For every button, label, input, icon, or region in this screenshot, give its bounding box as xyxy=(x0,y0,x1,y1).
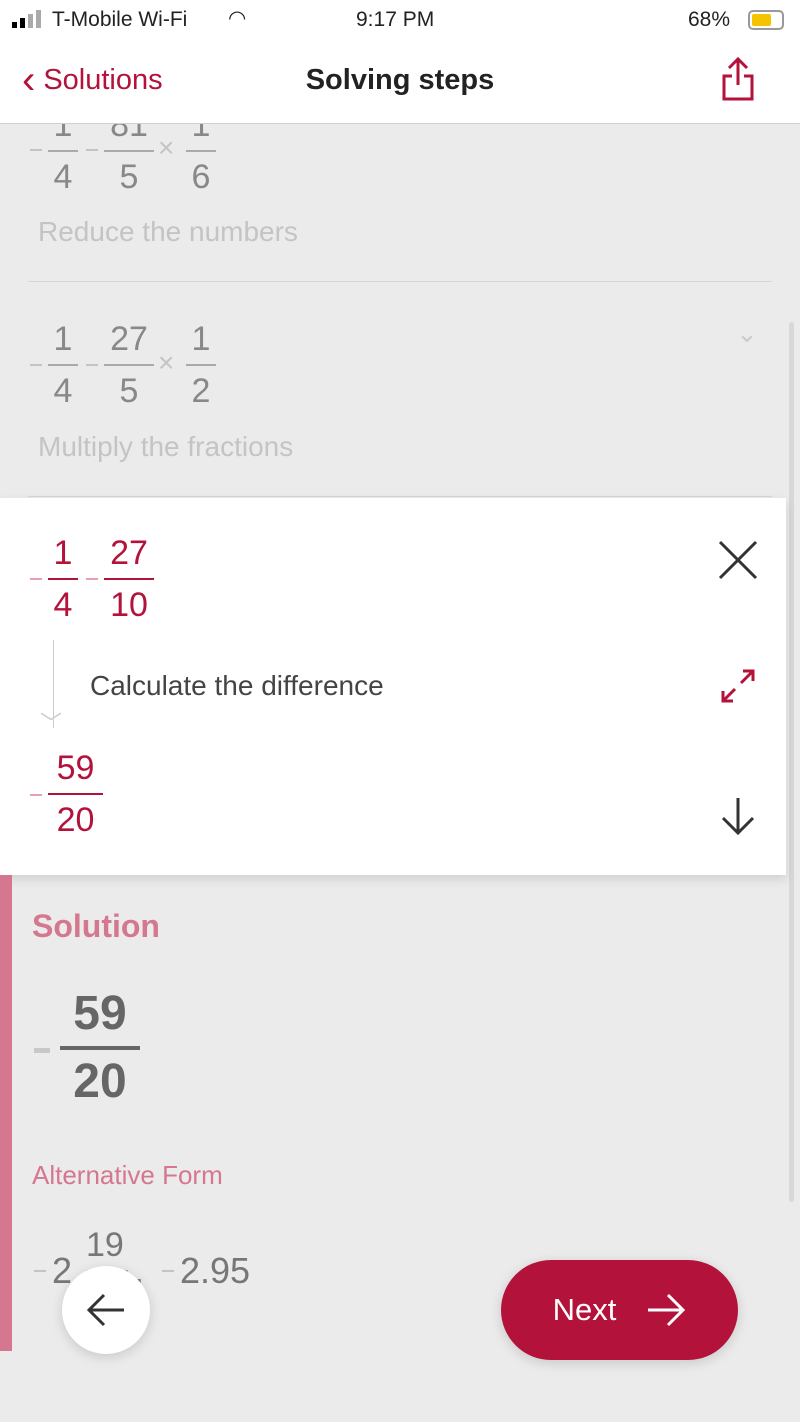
scrollbar[interactable] xyxy=(789,322,794,1202)
step-description: Reduce the numbers xyxy=(38,216,298,247)
solution-result: 59 20 xyxy=(60,988,140,1108)
battery-level: 68% xyxy=(688,8,731,31)
arrow-head-icon: ﹀ xyxy=(40,711,63,736)
chevron-left-icon: ‹ xyxy=(22,58,36,102)
next-label: Next xyxy=(552,1292,617,1327)
solution-accent-bar xyxy=(0,875,12,1351)
alternative-form-title: Alternative Form xyxy=(32,1160,223,1190)
time: 9:17 PM xyxy=(356,8,435,31)
back-label: Solutions xyxy=(43,63,163,96)
chevron-down-icon[interactable]: ⌄ xyxy=(736,318,758,349)
nav-header: ‹ Solutions Solving steps xyxy=(0,40,800,124)
carrier: T-Mobile Wi-Fi xyxy=(52,8,188,31)
share-icon xyxy=(722,56,754,101)
back-to-solutions-button[interactable]: ‹ Solutions xyxy=(22,60,163,100)
solution-title: Solution xyxy=(32,908,160,944)
step-description: Calculate the difference xyxy=(90,670,384,701)
previous-button[interactable] xyxy=(62,1266,150,1354)
status-bar: T-Mobile Wi-Fi ◠ 9:17 PM 68% xyxy=(0,0,800,40)
close-icon xyxy=(718,540,758,580)
arrow-down-icon xyxy=(721,798,755,836)
arrow-left-icon xyxy=(86,1293,124,1327)
battery-icon xyxy=(748,10,784,30)
arrow-right-icon xyxy=(648,1293,686,1327)
active-step-card: 14 27 10 ﹀ Calculate the difference 59 20 xyxy=(0,498,786,875)
close-button[interactable] xyxy=(714,536,762,584)
expand-icon xyxy=(721,669,755,703)
signal-icon xyxy=(12,10,41,28)
expand-button[interactable] xyxy=(716,664,760,708)
step-description: Multiply the fractions xyxy=(38,431,294,462)
wifi-icon: ◠ xyxy=(228,7,247,30)
share-button[interactable] xyxy=(716,54,760,104)
steps-list: 14 81 5 × 16 Reduce the numbers 14 27 5 × … xyxy=(0,124,800,498)
next-button[interactable]: Next xyxy=(501,1260,738,1360)
expand-down-button[interactable] xyxy=(716,794,760,838)
